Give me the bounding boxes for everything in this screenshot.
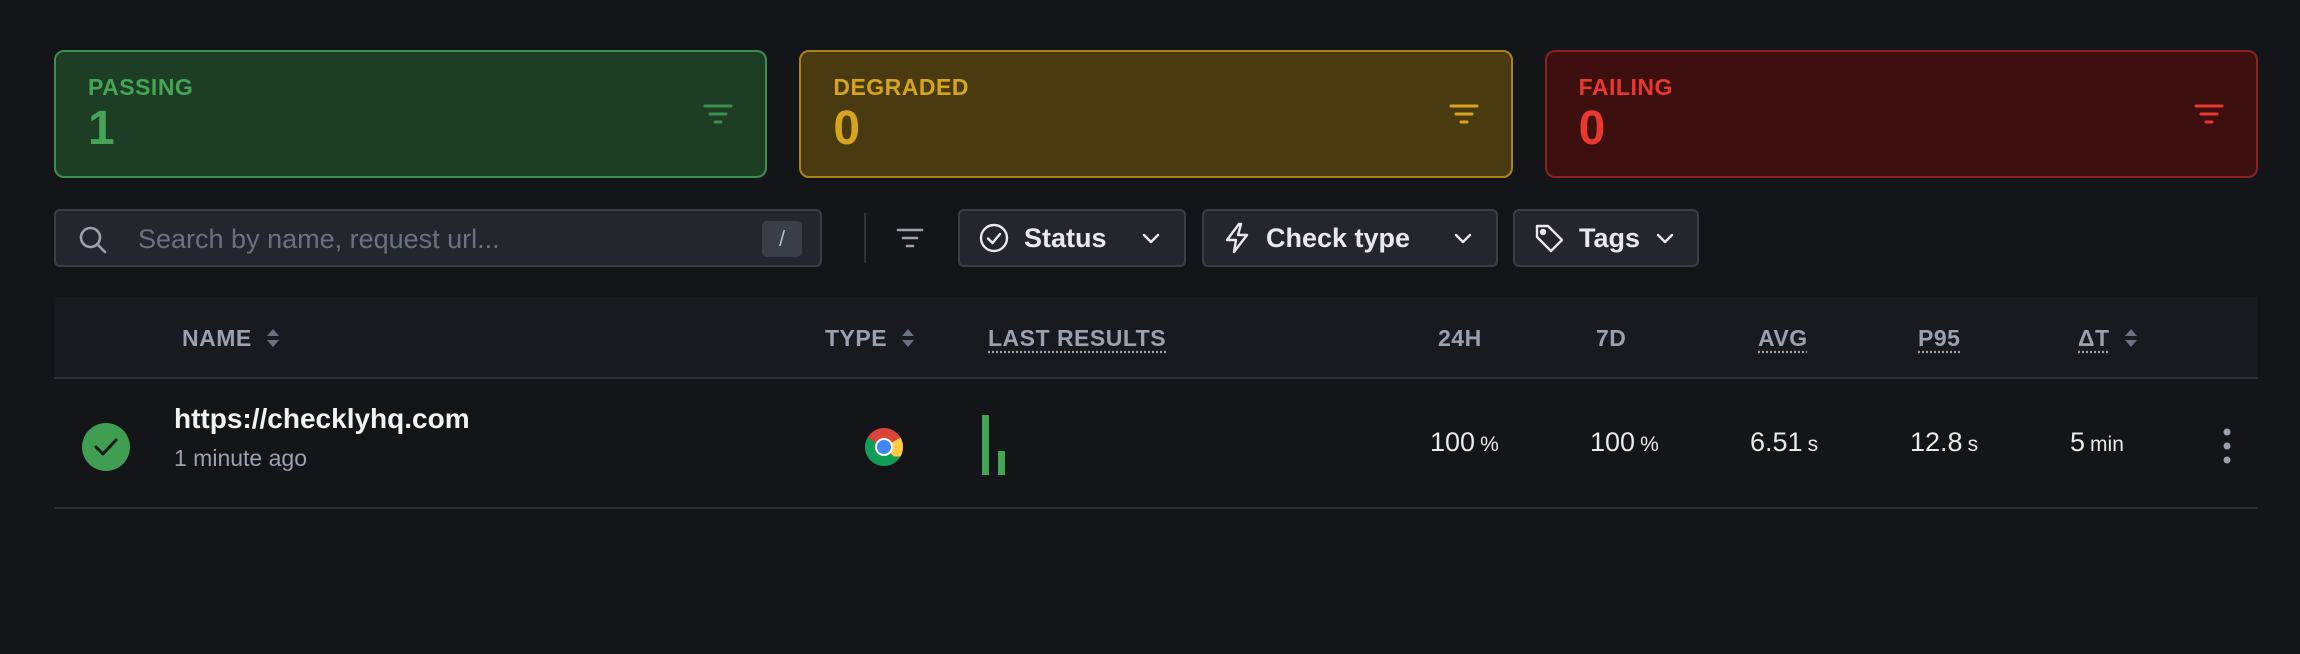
failing-card[interactable]: FAILING 0 bbox=[1544, 50, 2258, 178]
degraded-count: 0 bbox=[833, 102, 861, 155]
tags-filter-button[interactable]: Tags bbox=[1513, 209, 1699, 267]
column-last-results: LAST RESULTS bbox=[988, 297, 1166, 379]
column-delta-t[interactable]: ΔT bbox=[2078, 297, 2138, 379]
last-results-chart bbox=[982, 415, 1005, 475]
check-circle-icon bbox=[979, 223, 1009, 253]
column-24h-label: 24H bbox=[1438, 325, 1482, 351]
failing-label: FAILING bbox=[1578, 74, 1673, 100]
check-type-filter-button[interactable]: Check type bbox=[1202, 209, 1498, 267]
chevron-down-icon bbox=[1656, 233, 1674, 244]
column-type[interactable]: TYPE bbox=[825, 297, 915, 379]
filter-icon[interactable] bbox=[1449, 102, 1479, 126]
table-header: NAME TYPE LAST RESULTS 24H 7D AVG P95 ΔT bbox=[54, 297, 2258, 379]
status-filter-label: Status bbox=[1024, 222, 1107, 253]
uptime-7d-value: 100 bbox=[1590, 427, 1636, 457]
passing-label: PASSING bbox=[88, 74, 194, 100]
toolbar: / Status Check type Tags bbox=[54, 209, 1754, 267]
uptime-24h-unit: % bbox=[1480, 433, 1499, 456]
summary-cards: PASSING 1 DEGRADED 0 FAILING 0 bbox=[54, 50, 2258, 178]
chevron-down-icon bbox=[1454, 233, 1472, 244]
search-icon bbox=[79, 226, 107, 254]
tags-filter-label: Tags bbox=[1579, 222, 1641, 253]
checks-table: NAME TYPE LAST RESULTS 24H 7D AVG P95 ΔT bbox=[54, 297, 2258, 509]
check-interval-value: 5 bbox=[2070, 427, 2086, 457]
column-24h: 24H bbox=[1438, 297, 1482, 379]
avg-response: 6.51 s bbox=[1750, 427, 1818, 458]
column-name-label: NAME bbox=[182, 325, 252, 351]
result-bar[interactable] bbox=[998, 451, 1005, 475]
column-avg: AVG bbox=[1758, 297, 1808, 379]
chrome-icon bbox=[865, 428, 903, 466]
p95-response-value: 12.8 bbox=[1910, 427, 1963, 457]
tag-icon bbox=[1535, 224, 1564, 253]
filter-icon[interactable] bbox=[703, 102, 733, 126]
search-input[interactable] bbox=[138, 221, 718, 257]
column-name[interactable]: NAME bbox=[182, 297, 280, 379]
status-filter-button[interactable]: Status bbox=[958, 209, 1186, 267]
uptime-7d: 100% bbox=[1590, 427, 1659, 458]
degraded-card[interactable]: DEGRADED 0 bbox=[799, 50, 1513, 178]
check-interval: 5 min bbox=[2070, 427, 2124, 458]
column-7d: 7D bbox=[1596, 297, 1626, 379]
uptime-24h-value: 100 bbox=[1430, 427, 1476, 457]
result-bar[interactable] bbox=[982, 415, 989, 475]
check-name[interactable]: https://checklyhq.com bbox=[174, 403, 470, 435]
search-shortcut-key: / bbox=[762, 221, 802, 257]
passing-card[interactable]: PASSING 1 bbox=[54, 50, 768, 178]
uptime-7d-unit: % bbox=[1640, 433, 1659, 456]
check-last-run: 1 minute ago bbox=[174, 445, 307, 471]
chevron-down-icon bbox=[1142, 233, 1160, 244]
search-box[interactable]: / bbox=[54, 209, 822, 267]
column-last-results-label: LAST RESULTS bbox=[988, 325, 1167, 351]
lightning-icon bbox=[1225, 222, 1249, 254]
filter-icon[interactable] bbox=[894, 222, 926, 254]
column-p95: P95 bbox=[1918, 297, 1960, 379]
column-avg-label: AVG bbox=[1758, 325, 1808, 351]
degraded-label: DEGRADED bbox=[833, 74, 969, 100]
column-p95-label: P95 bbox=[1918, 325, 1961, 351]
sort-icon[interactable] bbox=[901, 327, 915, 349]
uptime-24h: 100% bbox=[1430, 427, 1499, 458]
status-passing-icon bbox=[82, 423, 130, 471]
check-interval-unit: min bbox=[2090, 433, 2124, 456]
sort-icon[interactable] bbox=[266, 327, 280, 349]
check-type-filter-label: Check type bbox=[1266, 222, 1411, 253]
sort-icon[interactable] bbox=[2124, 327, 2138, 349]
column-7d-label: 7D bbox=[1596, 325, 1627, 351]
passing-count: 1 bbox=[88, 102, 115, 155]
more-options-icon[interactable] bbox=[2222, 427, 2232, 465]
avg-response-unit: s bbox=[1807, 433, 1819, 456]
table-row[interactable]: https://checklyhq.com 1 minute ago 100% … bbox=[54, 379, 2258, 509]
p95-response-unit: s bbox=[1967, 433, 1979, 456]
avg-response-value: 6.51 bbox=[1750, 427, 1803, 457]
filter-icon[interactable] bbox=[2194, 102, 2224, 126]
column-delta-t-label: ΔT bbox=[2078, 325, 2110, 351]
column-type-label: TYPE bbox=[825, 325, 888, 351]
p95-response: 12.8 s bbox=[1910, 427, 1978, 458]
divider bbox=[864, 213, 866, 263]
failing-count: 0 bbox=[1578, 102, 1606, 155]
